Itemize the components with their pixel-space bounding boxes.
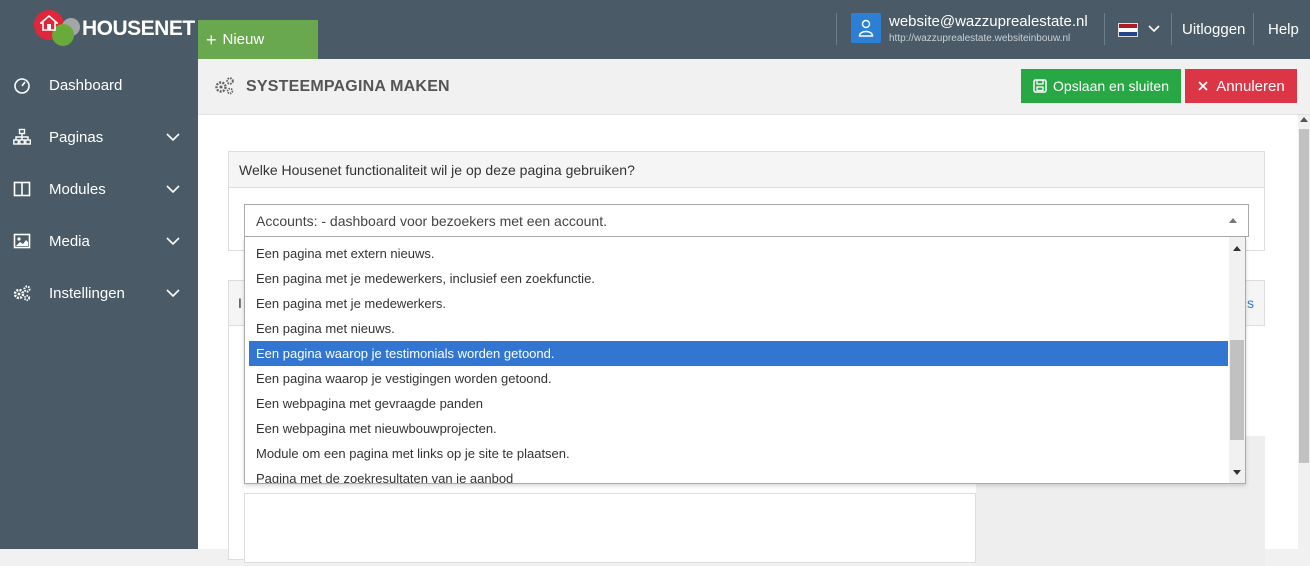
cancel-button-label: Annuleren	[1216, 77, 1285, 95]
user-icon	[851, 13, 881, 43]
gears-icon	[215, 77, 234, 95]
caret-up-icon	[1229, 218, 1237, 223]
chevron-down-icon	[166, 237, 180, 246]
chevron-down-icon	[166, 133, 180, 142]
dropdown-option[interactable]: Pagina met de zoekresultaten van je aanb…	[249, 466, 1228, 483]
user-site-url: http://wazzuprealestate.websiteinbouw.nl	[889, 33, 1071, 44]
dropdown-option[interactable]: Module om een pagina met links op je sit…	[249, 441, 1228, 466]
dropdown-option[interactable]: Een pagina waarop je vestigingen worden …	[249, 366, 1228, 391]
dropdown-option[interactable]: Een pagina met je medewerkers.	[249, 291, 1228, 316]
dashboard-icon	[12, 75, 32, 95]
sidebar-item-media[interactable]: Media	[0, 215, 198, 267]
scroll-up-arrow-icon[interactable]	[1300, 117, 1308, 122]
page-scrollbar[interactable]	[1298, 115, 1310, 549]
new-button-label: Nieuw	[222, 31, 265, 48]
flag-nl-icon[interactable]	[1118, 23, 1138, 37]
sidebar-item-label: Instellingen	[49, 284, 125, 302]
functionality-select[interactable]: Accounts: - dashboard voor bezoekers met…	[244, 204, 1249, 237]
scrollbar-thumb[interactable]	[1299, 129, 1309, 463]
dropdown-option[interactable]: Een webpagina met gevraagde panden	[249, 391, 1228, 416]
dropdown-scrollbar[interactable]	[1229, 237, 1245, 483]
logout-link[interactable]: Uitloggen	[1182, 21, 1245, 38]
dropdown-option[interactable]: Een pagina met je medewerkers, inclusief…	[249, 266, 1228, 291]
sidebar-item-label: Dashboard	[49, 76, 123, 94]
user-account[interactable]: website@wazzuprealestate.nl http://wazzu…	[851, 13, 1088, 44]
user-email: website@wazzuprealestate.nl	[889, 13, 1088, 30]
columns-icon	[12, 179, 32, 199]
page-title: SYSTEEMPAGINA MAKEN	[246, 78, 450, 95]
save-icon	[1033, 79, 1047, 93]
logo-mark-icon	[32, 10, 82, 48]
sidebar-item-label: Modules	[49, 180, 106, 198]
plus-icon: +	[206, 29, 217, 50]
gears-icon	[12, 283, 32, 303]
sidebar-item-instellingen[interactable]: Instellingen	[0, 267, 198, 319]
sidebar-item-modules[interactable]: Modules	[0, 163, 198, 215]
image-icon	[12, 231, 32, 251]
text-editor-area[interactable]	[244, 493, 976, 563]
divider	[836, 13, 837, 45]
dropdown-option-selected[interactable]: Een pagina waarop je testimonials worden…	[249, 341, 1228, 366]
dropdown-option[interactable]: Een pagina met nieuws.	[249, 316, 1228, 341]
new-button[interactable]: + Nieuw	[198, 20, 318, 59]
select-value: Accounts: - dashboard voor bezoekers met…	[256, 213, 607, 229]
housenet-logo[interactable]: HOUSENET	[32, 10, 195, 48]
chevron-down-icon	[166, 289, 180, 298]
save-button-label: Opslaan en sluiten	[1053, 78, 1169, 94]
sidebar-item-label: Media	[49, 232, 90, 250]
help-link[interactable]: Help	[1268, 21, 1299, 38]
divider	[1171, 13, 1172, 45]
divider	[1104, 13, 1105, 45]
cancel-button[interactable]: Annuleren	[1185, 69, 1297, 103]
sidebar-item-label: Paginas	[49, 128, 104, 146]
chevron-down-icon	[166, 185, 180, 194]
functionality-question: Welke Housenet functionaliteit wil je op…	[229, 152, 1264, 188]
panel-heading-partial: I	[238, 295, 242, 311]
sidebar: Dashboard Paginas Modules Media Instelli…	[0, 59, 198, 549]
brand-name: HOUSENET	[82, 17, 195, 40]
close-icon	[1198, 81, 1208, 91]
functionality-dropdown[interactable]: Een pagina met extern nieuws. Een pagina…	[244, 237, 1246, 484]
sidebar-item-dashboard[interactable]: Dashboard	[0, 59, 198, 111]
dropdown-option[interactable]: Een pagina met extern nieuws.	[249, 241, 1228, 266]
sitemap-icon	[12, 127, 32, 147]
chevron-down-icon[interactable]	[1147, 22, 1161, 36]
dropdown-scrollbar-thumb[interactable]	[1230, 340, 1244, 440]
panel-link-partial[interactable]: s	[1247, 295, 1254, 311]
page-header: SYSTEEMPAGINA MAKEN Opslaan en sluiten A…	[198, 59, 1310, 115]
scroll-up-arrow-icon[interactable]	[1233, 246, 1241, 251]
top-bar: HOUSENET + Nieuw website@wazzuprealestat…	[0, 0, 1310, 59]
dropdown-option[interactable]: Een webpagina met nieuwbouwprojecten.	[249, 416, 1228, 441]
save-and-close-button[interactable]: Opslaan en sluiten	[1021, 69, 1181, 103]
divider	[1253, 13, 1254, 45]
scroll-down-arrow-icon[interactable]	[1233, 470, 1241, 475]
sidebar-item-paginas[interactable]: Paginas	[0, 111, 198, 163]
